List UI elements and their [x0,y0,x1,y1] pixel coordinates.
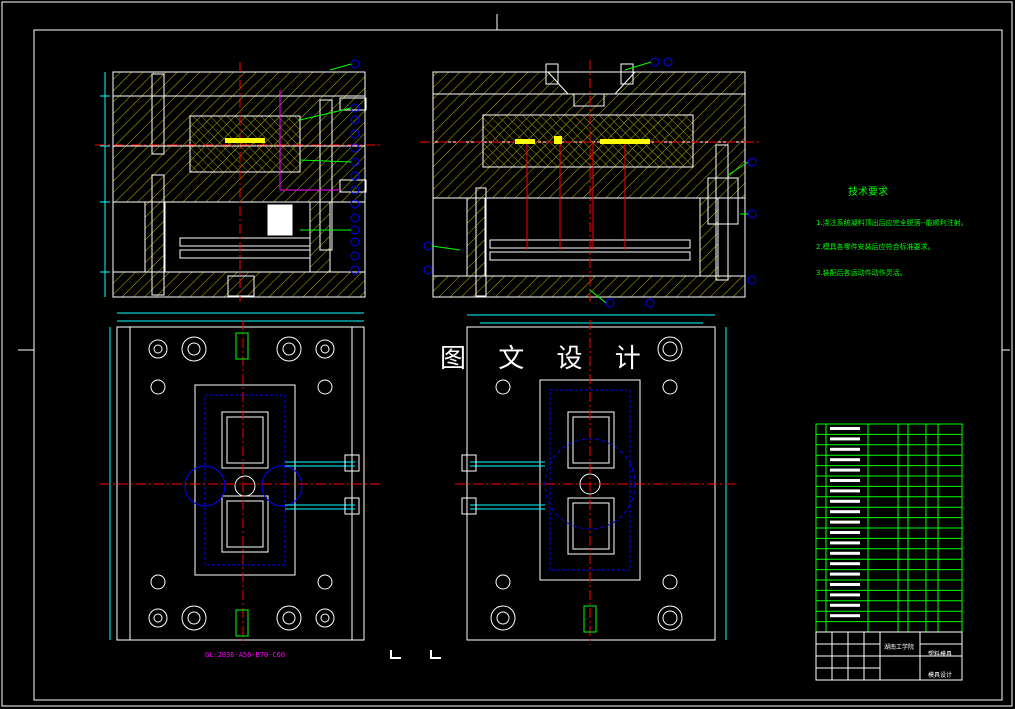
section-view-left [95,62,380,302]
parts-list-entry-mark [830,603,860,607]
parts-list-entry-mark [830,458,860,462]
title-block-school: 湖南工学院 [884,644,915,651]
parts-list-entry-mark [830,551,860,555]
title-block-designer: 模具设计 [928,672,953,679]
tech-requirement-line: 1.浇注系统凝料顶出后应完全脱落--能顺利注射。 [816,219,968,227]
section-view-right [420,60,760,302]
tech-requirement-line: 3.装配后各运动件动作灵活。 [816,269,907,277]
plan-view-left [100,312,380,645]
parts-list-entry-mark [830,489,860,493]
parts-list-entry-mark [830,437,860,441]
parts-list-entry-mark [830,499,860,503]
view-symbol [390,650,401,659]
parts-list-entry-mark [830,614,860,618]
part-number-label: GL-2836-A56-B70-C60 [205,651,286,659]
tech-requirement-line: 2.模具各零件安装后应符合标准要求。 [816,243,935,251]
parts-list-entry-mark [830,520,860,524]
parts-list-entry-mark [830,541,860,545]
tech-requirements-title: 技术要求 [848,187,888,198]
parts-list-entry-mark [830,447,860,451]
parts-list-entry-mark [830,468,860,472]
parts-list-rows [816,427,962,623]
watermark-text: 图 文 设 计 [440,344,653,374]
parts-list-entry-mark [830,562,860,566]
title-block-drawing-name: 塑料模具 [928,651,953,658]
parts-list-entry-mark [830,593,860,597]
parts-list-entry-mark [830,531,860,534]
parts-list-entry-mark [830,572,860,576]
parts-list-entry-mark [830,510,860,514]
parts-list-entry-mark [830,479,860,482]
parts-list-entry-mark [830,427,860,430]
view-symbol [430,650,441,659]
parts-list-entry-mark [830,583,860,586]
